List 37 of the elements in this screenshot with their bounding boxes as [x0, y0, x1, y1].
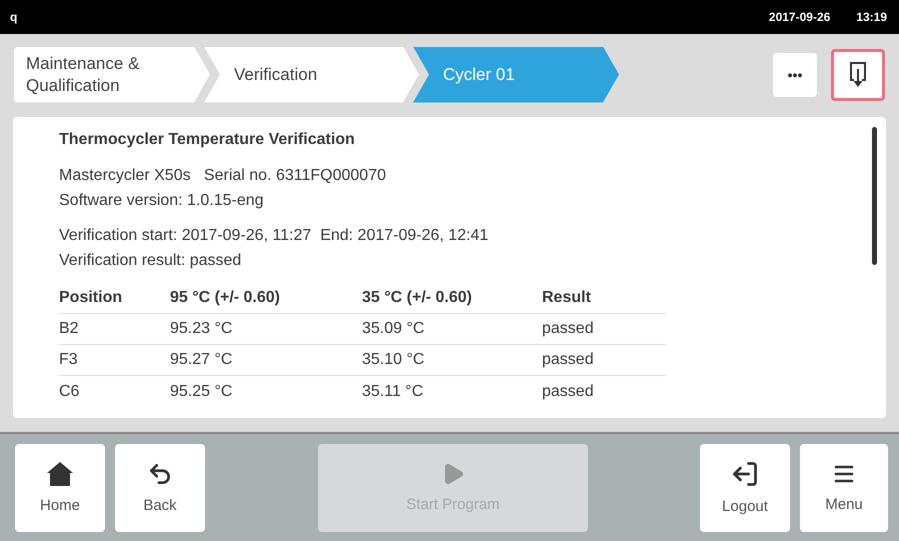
status-date: 2017-09-26 — [768, 10, 830, 24]
column-header: Result — [542, 289, 592, 307]
menu-button[interactable]: Menu — [800, 444, 888, 532]
scrollbar-thumb[interactable] — [872, 127, 876, 265]
home-button[interactable]: Home — [15, 444, 105, 532]
table-cell-text: passed — [542, 351, 595, 369]
breadcrumb-item[interactable]: Maintenance & Qualification — [14, 46, 210, 102]
column-header: 95 °C (+/- 0.60) — [170, 289, 281, 307]
table-cell-text: 35.10 °C — [362, 351, 426, 369]
column-header: Position — [59, 289, 124, 307]
table-cell-text: 35.09 °C — [362, 320, 426, 338]
back-button[interactable]: Back — [115, 444, 205, 532]
table-cell-text: C6 — [59, 382, 80, 400]
export-button[interactable] — [831, 48, 885, 100]
report-title: Thermocycler Temperature Verification — [59, 131, 356, 149]
report-text: Verification result: passed — [59, 251, 242, 271]
column-header: 35 °C (+/- 0.60) — [362, 289, 473, 307]
logout-button[interactable]: Logout — [700, 444, 790, 532]
table-cell-text: 95.25 °C — [170, 382, 234, 400]
table-cell-text: passed — [542, 382, 595, 400]
more-button[interactable]: ••• — [773, 52, 817, 96]
back-icon — [147, 461, 173, 487]
report-text: Verification start: 2017-09-26, 11:27 End: 2017-09-26, 12:41 — [59, 226, 490, 246]
table-cell-text: 95.27 °C — [170, 351, 234, 369]
logout-icon — [731, 460, 759, 488]
report-text: Mastercycler X50s Serial no. 6311FQ000070 — [59, 166, 387, 186]
download-icon — [849, 60, 867, 88]
app-indicator: q — [10, 10, 18, 24]
table-cell-text: 35.11 °C — [362, 382, 424, 400]
status-time: 13:19 — [856, 10, 887, 24]
table-cell-text: B2 — [59, 320, 80, 338]
home-icon — [46, 461, 74, 487]
breadcrumb-item[interactable]: Verification — [204, 46, 419, 102]
report-text: Software version: 1.0.15-eng — [59, 191, 265, 211]
table-cell-text: passed — [542, 320, 595, 338]
table-cell-text: F3 — [59, 351, 79, 369]
table-cell-text: 95.23 °C — [170, 320, 234, 338]
